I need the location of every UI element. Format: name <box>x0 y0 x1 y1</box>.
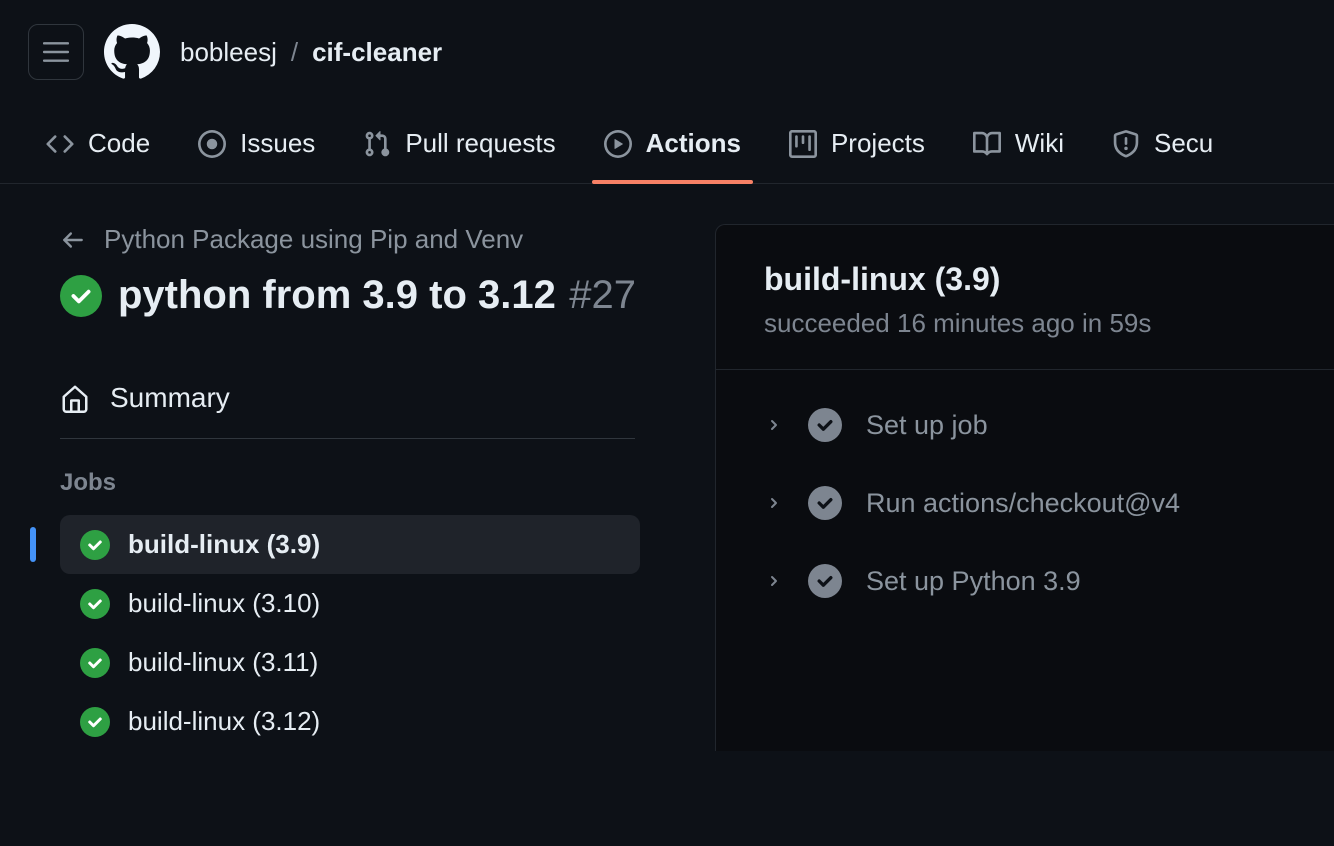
shield-icon <box>1112 130 1140 158</box>
success-status-icon <box>80 530 110 560</box>
play-circle-icon <box>604 130 632 158</box>
back-link-label: Python Package using Pip and Venv <box>104 224 523 255</box>
success-status-icon <box>80 707 110 737</box>
job-item[interactable]: build-linux (3.9) <box>60 515 640 574</box>
hamburger-button[interactable] <box>28 24 84 80</box>
projects-icon <box>789 130 817 158</box>
summary-label: Summary <box>110 382 230 414</box>
tab-projects-label: Projects <box>831 128 925 159</box>
run-number: #27 <box>569 273 636 317</box>
step-label: Set up job <box>866 410 988 441</box>
step-success-icon <box>808 408 842 442</box>
tab-projects[interactable]: Projects <box>771 104 943 183</box>
arrow-left-icon <box>60 227 86 253</box>
tab-code-label: Code <box>88 128 150 159</box>
tab-pulls-label: Pull requests <box>405 128 555 159</box>
github-mark-icon <box>104 24 160 80</box>
chevron-right-icon <box>764 495 784 511</box>
tab-actions-label: Actions <box>646 128 741 159</box>
tab-security-label: Secu <box>1154 128 1213 159</box>
code-icon <box>46 130 74 158</box>
job-panel-subtitle: succeeded 16 minutes ago in 59s <box>764 308 1286 339</box>
tab-security[interactable]: Secu <box>1094 104 1231 183</box>
tab-wiki-label: Wiki <box>1015 128 1064 159</box>
job-panel: build-linux (3.9) succeeded 16 minutes a… <box>715 224 1334 751</box>
run-title-row: python from 3.9 to 3.12 #27 <box>60 273 715 318</box>
top-bar: bobleesj / cif-cleaner <box>0 0 1334 104</box>
tab-actions[interactable]: Actions <box>586 104 759 183</box>
run-title-wrap: python from 3.9 to 3.12 #27 <box>118 273 636 318</box>
step-row[interactable]: Set up job <box>716 386 1334 464</box>
github-logo[interactable] <box>104 24 160 80</box>
job-item-label: build-linux (3.11) <box>128 647 318 678</box>
success-status-icon <box>80 589 110 619</box>
step-label: Set up Python 3.9 <box>866 566 1081 597</box>
success-status-icon <box>60 275 102 317</box>
tab-pulls[interactable]: Pull requests <box>345 104 573 183</box>
summary-link[interactable]: Summary <box>60 368 715 438</box>
repo-nav: Code Issues Pull requests Actions Projec… <box>0 104 1334 184</box>
step-success-icon <box>808 486 842 520</box>
job-panel-title: build-linux (3.9) <box>764 261 1286 298</box>
breadcrumb-repo[interactable]: cif-cleaner <box>312 37 442 68</box>
tab-issues[interactable]: Issues <box>180 104 333 183</box>
hamburger-icon <box>43 42 69 62</box>
job-item-label: build-linux (3.12) <box>128 706 320 737</box>
job-item-label: build-linux (3.9) <box>128 529 320 560</box>
sidebar-divider <box>60 438 635 439</box>
book-icon <box>973 130 1001 158</box>
tab-issues-label: Issues <box>240 128 315 159</box>
job-item[interactable]: build-linux (3.11) <box>60 633 640 692</box>
steps-list: Set up job Run actions/checkout@v4 Set u… <box>716 370 1334 636</box>
back-link[interactable]: Python Package using Pip and Venv <box>60 224 715 255</box>
tab-code[interactable]: Code <box>28 104 168 183</box>
left-column: Python Package using Pip and Venv python… <box>0 224 715 751</box>
jobs-list: build-linux (3.9) build-linux (3.10) bui… <box>60 515 715 751</box>
step-success-icon <box>808 564 842 598</box>
step-label: Run actions/checkout@v4 <box>866 488 1180 519</box>
step-row[interactable]: Set up Python 3.9 <box>716 542 1334 620</box>
breadcrumb-owner[interactable]: bobleesj <box>180 37 277 68</box>
job-item[interactable]: build-linux (3.12) <box>60 692 640 751</box>
breadcrumb-separator: / <box>291 37 298 68</box>
step-row[interactable]: Run actions/checkout@v4 <box>716 464 1334 542</box>
job-panel-header: build-linux (3.9) succeeded 16 minutes a… <box>716 225 1334 370</box>
home-icon <box>60 383 90 413</box>
run-title: python from 3.9 to 3.12 <box>118 273 556 317</box>
main-area: Python Package using Pip and Venv python… <box>0 184 1334 751</box>
pull-request-icon <box>363 130 391 158</box>
success-status-icon <box>80 648 110 678</box>
jobs-heading: Jobs <box>60 469 715 497</box>
job-item-label: build-linux (3.10) <box>128 588 320 619</box>
chevron-right-icon <box>764 573 784 589</box>
job-item[interactable]: build-linux (3.10) <box>60 574 640 633</box>
tab-wiki[interactable]: Wiki <box>955 104 1082 183</box>
breadcrumb: bobleesj / cif-cleaner <box>180 37 442 68</box>
chevron-right-icon <box>764 417 784 433</box>
issue-icon <box>198 130 226 158</box>
